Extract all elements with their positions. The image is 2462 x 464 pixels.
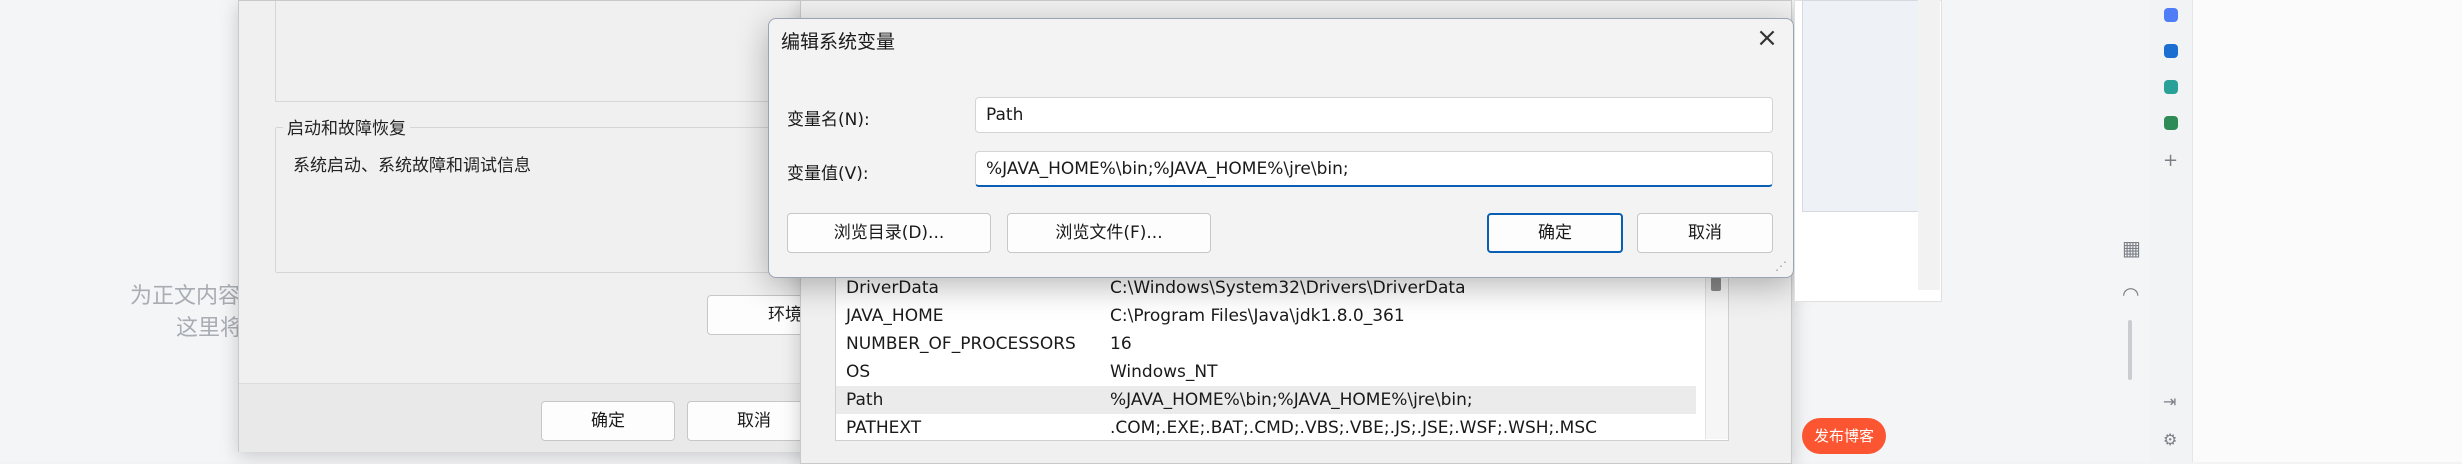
system-properties-window: 启动和故障恢复 系统启动、系统故障和调试信息 环境 确定 取消 xyxy=(238,0,847,452)
edit-system-variable-dialog: 编辑系统变量 × 变量名(N): 变量值(V): 浏览目录(D)... 浏览文件… xyxy=(768,18,1794,278)
browse-directory-button[interactable]: 浏览目录(D)... xyxy=(787,213,991,253)
dialog-title: 编辑系统变量 xyxy=(781,31,896,53)
env-row[interactable]: NUMBER_OF_PROCESSORS 16 xyxy=(836,330,1696,358)
env-row[interactable]: JAVA_HOME C:\Program Files\Java\jdk1.8.0… xyxy=(836,302,1696,330)
variable-name-label: 变量名(N): xyxy=(787,110,870,130)
system-properties-ok-button[interactable]: 确定 xyxy=(541,401,675,441)
editor-placeholder-line1: 为正文内容 xyxy=(130,284,241,309)
env-row-name: NUMBER_OF_PROCESSORS xyxy=(846,334,1076,354)
variable-name-input[interactable] xyxy=(975,97,1773,133)
env-row[interactable]: PATHEXT .COM;.EXE;.BAT;.CMD;.VBS;.VBE;.J… xyxy=(836,414,1696,440)
env-row-value: Windows_NT xyxy=(1110,362,1218,382)
env-row-value: %JAVA_HOME%\bin;%JAVA_HOME%\jre\bin; xyxy=(1110,390,1473,410)
system-variables-list[interactable]: DriverData C:\Windows\System32\Drivers\D… xyxy=(835,269,1729,441)
env-row-value: 16 xyxy=(1110,334,1132,354)
env-row[interactable]: DriverData C:\Windows\System32\Drivers\D… xyxy=(836,274,1696,302)
list-scrollbar-thumb[interactable] xyxy=(1711,277,1721,291)
env-row[interactable]: OS Windows_NT xyxy=(836,358,1696,386)
gear-icon[interactable]: ⚙ xyxy=(2163,430,2177,449)
preview-sidebar xyxy=(1918,0,1940,290)
right-icon-rail: + ⇥ ⚙ xyxy=(2150,0,2193,462)
exit-icon[interactable]: ⇥ xyxy=(2163,392,2176,411)
env-row-name: PATHEXT xyxy=(846,418,922,438)
editor-placeholder-line2: 这里将 xyxy=(176,316,243,341)
env-row-value: C:\Program Files\Java\jdk1.8.0_361 xyxy=(1110,306,1405,326)
add-icon[interactable]: + xyxy=(2163,150,2178,171)
app-icon[interactable] xyxy=(2164,8,2178,22)
system-properties-upper-panel xyxy=(275,1,817,102)
outlook-icon[interactable] xyxy=(2164,44,2178,58)
env-row-name: DriverData xyxy=(846,278,939,298)
env-row-name: OS xyxy=(846,362,871,382)
list-scrollbar[interactable] xyxy=(1705,269,1728,439)
grid-icon[interactable]: ▦ xyxy=(2122,236,2141,260)
publish-blog-button[interactable]: 发布博客 xyxy=(1802,418,1886,454)
variable-value-label: 变量值(V): xyxy=(787,164,869,184)
right-content-area xyxy=(2150,0,2462,462)
close-icon[interactable]: × xyxy=(1749,23,1785,55)
browse-file-button[interactable]: 浏览文件(F)... xyxy=(1007,213,1211,253)
env-row-value: .COM;.EXE;.BAT;.CMD;.VBS;.VBE;.JS;.JSE;.… xyxy=(1110,418,1598,438)
startup-recovery-description: 系统启动、系统故障和调试信息 xyxy=(293,156,531,176)
dialog-cancel-button[interactable]: 取消 xyxy=(1637,213,1773,253)
headset-icon[interactable]: ◠ xyxy=(2122,282,2139,306)
startup-recovery-legend: 启动和故障恢复 xyxy=(283,114,410,139)
env-row-name: JAVA_HOME xyxy=(846,306,944,326)
variable-value-input[interactable] xyxy=(975,151,1773,187)
env-row-value: C:\Windows\System32\Drivers\DriverData xyxy=(1110,278,1466,298)
resize-grip-icon[interactable]: ⋰ xyxy=(1775,259,1787,273)
env-row-selected[interactable]: Path %JAVA_HOME%\bin;%JAVA_HOME%\jre\bin… xyxy=(836,386,1696,414)
tree-icon[interactable] xyxy=(2164,116,2178,130)
side-scroll-indicator[interactable] xyxy=(2128,320,2132,380)
preview-thumbnail[interactable] xyxy=(1802,0,1920,212)
dialog-ok-button[interactable]: 确定 xyxy=(1487,213,1623,253)
startup-recovery-group xyxy=(275,127,817,273)
send-icon[interactable] xyxy=(2164,80,2178,94)
env-row-name: Path xyxy=(846,390,884,410)
